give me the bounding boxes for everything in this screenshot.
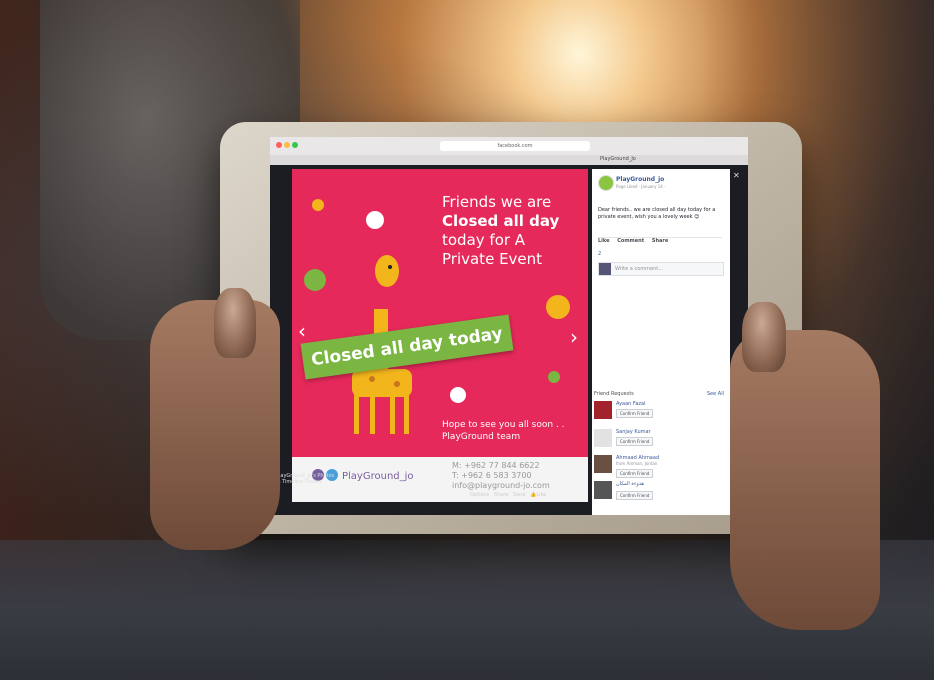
friend-avatar[interactable] [594, 429, 612, 447]
photo-footer-text: Hope to see you all soon . . PlayGround … [442, 419, 565, 443]
likes-count[interactable]: 2 [598, 251, 601, 257]
event-photo[interactable]: Friends we are Closed all day today for … [292, 169, 588, 457]
friend-avatar[interactable] [594, 401, 612, 419]
friend-avatar[interactable] [594, 481, 612, 499]
footer-line: PlayGround team [442, 432, 521, 442]
post-sidebar: PlayGround_jo Page Liked · January 14 · … [592, 169, 730, 515]
tablet-screen: facebook.com PlayGround_Jo Friends we ar… [270, 137, 748, 515]
friend-name[interactable]: Sanjay Kumar [616, 429, 651, 435]
friend-requests-title: Friend Requests [594, 391, 634, 397]
confirm-friend-button[interactable]: Confirm Friend [616, 469, 654, 478]
photo-caption: PlayGround_Jo's Photos in Timeline Photo… [276, 473, 334, 485]
contact-info: M: +962 77 844 6622 T: +962 6 583 3700 i… [452, 461, 550, 491]
friend-avatar[interactable] [594, 455, 612, 473]
decor-dot-yellow [546, 295, 570, 319]
page-name[interactable]: PlayGround_jo [616, 176, 664, 183]
comment-box[interactable]: Write a comment... [598, 262, 724, 276]
previous-photo-chevron-icon[interactable]: ‹ [298, 319, 306, 343]
album-sub[interactable]: in Timeline Photos [276, 479, 334, 485]
options-link[interactable]: Options [470, 492, 489, 498]
brand-handle: PlayGround_jo [342, 471, 414, 482]
close-window-icon[interactable] [276, 142, 282, 148]
post-text: Dear friends.. we are closed all day tod… [598, 207, 716, 220]
like-button[interactable]: Like [598, 238, 609, 244]
headline-line: today for A [442, 231, 526, 249]
photo-headline: Friends we are Closed all day today for … [442, 193, 559, 269]
tab-bar: PlayGround_Jo [270, 155, 748, 165]
user-avatar [599, 263, 611, 275]
headline-line-bold: Closed all day [442, 212, 560, 230]
see-all-link[interactable]: See All [707, 391, 724, 397]
tab-title[interactable]: PlayGround_Jo [600, 156, 636, 162]
contact-email: info@playground-jo.com [452, 481, 550, 490]
decor-dot-white [366, 211, 384, 229]
contact-mobile: M: +962 77 844 6622 [452, 461, 540, 470]
friend-request-item: هدوءة المكان Confirm Friend [594, 481, 728, 505]
minimize-window-icon[interactable] [284, 142, 290, 148]
friend-name[interactable]: هدوءة المكان [616, 481, 644, 487]
decor-dot-green [548, 371, 560, 383]
right-thumb [742, 302, 786, 372]
address-bar[interactable]: facebook.com [440, 141, 590, 151]
friend-request-item: Sanjay Kumar Confirm Friend [594, 429, 728, 453]
friend-requests-header: Friend Requests See All [594, 391, 728, 397]
right-hand [730, 330, 880, 630]
like-link[interactable]: Like [536, 492, 546, 498]
headline-line: Private Event [442, 250, 543, 268]
post-actions: Like Comment Share [598, 237, 722, 248]
send-link[interactable]: Send [513, 492, 526, 498]
left-thumb [214, 288, 256, 358]
post-meta: Page Liked · January 14 · [616, 184, 666, 189]
friend-subtitle: from Amman, Jordan [616, 461, 658, 466]
share-link[interactable]: Share [494, 492, 508, 498]
footer-line: Hope to see you all soon . . [442, 420, 565, 430]
post-header: PlayGround_jo Page Liked · January 14 · [598, 175, 724, 195]
friend-request-item: Ahmaad Ahmaad from Amman, Jordan Confirm… [594, 455, 728, 479]
share-button[interactable]: Share [652, 238, 668, 244]
friend-name[interactable]: Ayaan Fazal [616, 401, 646, 407]
page-avatar[interactable] [598, 175, 614, 191]
contact-tel: T: +962 6 583 3700 [452, 471, 532, 480]
photo-actions: Options Share Send 👍Like [470, 492, 546, 498]
zoom-window-icon[interactable] [292, 142, 298, 148]
confirm-friend-button[interactable]: Confirm Friend [616, 437, 654, 446]
browser-toolbar: facebook.com [270, 137, 748, 156]
decor-dot-white [450, 387, 466, 403]
headline-line: Friends we are [442, 193, 552, 211]
friend-request-item: Ayaan Fazal Confirm Friend [594, 401, 728, 425]
comment-input[interactable]: Write a comment... [615, 266, 663, 272]
decor-dot-yellow [312, 199, 324, 211]
close-viewer-icon[interactable]: ✕ [733, 171, 740, 180]
confirm-friend-button[interactable]: Confirm Friend [616, 491, 654, 500]
confirm-friend-button[interactable]: Confirm Friend [616, 409, 654, 418]
next-photo-chevron-icon[interactable]: › [570, 325, 578, 349]
comment-button[interactable]: Comment [617, 238, 644, 244]
